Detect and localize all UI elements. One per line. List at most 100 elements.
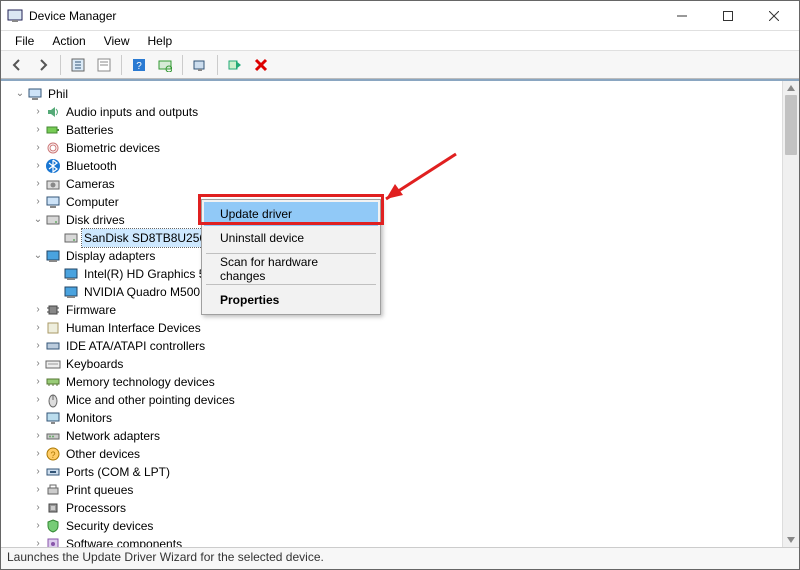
scroll-up-arrow[interactable] — [783, 81, 799, 95]
device-manager-window: Device Manager File Action View Help ? ⌄… — [0, 0, 800, 570]
tree-category-computer[interactable]: ›Computer — [1, 193, 782, 211]
expander-icon[interactable]: ⌄ — [31, 247, 45, 265]
tree-category-ide[interactable]: › IDE ATA/ATAPI controllers — [1, 337, 782, 355]
tree-category-firmware[interactable]: ›Firmware — [1, 301, 782, 319]
tree-category-memtech[interactable]: ›Memory technology devices — [1, 373, 782, 391]
tree-item-label: Intel(R) HD Graphics 5... — [82, 265, 217, 283]
tree-category-disks[interactable]: ⌄Disk drives — [1, 211, 782, 229]
uninstall-device-button[interactable] — [249, 54, 273, 76]
fingerprint-icon — [45, 140, 61, 156]
tree-category-keyboards[interactable]: › Keyboards — [1, 355, 782, 373]
tree-item-label: Audio inputs and outputs — [64, 103, 200, 121]
expander-icon[interactable]: › — [31, 391, 45, 409]
properties-button[interactable] — [92, 54, 116, 76]
tree-device-intelhd[interactable]: Intel(R) HD Graphics 5... — [1, 265, 782, 283]
expander-icon[interactable]: › — [31, 517, 45, 535]
tree-category-printq[interactable]: ›Print queues — [1, 481, 782, 499]
expander-icon[interactable]: › — [31, 355, 45, 373]
tree-category-ports[interactable]: › Ports (COM & LPT) — [1, 463, 782, 481]
tree-device-quadro[interactable]: NVIDIA Quadro M500... — [1, 283, 782, 301]
port-icon — [45, 464, 61, 480]
expander-icon[interactable]: › — [31, 445, 45, 463]
tree-item-label: Keyboards — [64, 355, 125, 373]
speaker-icon — [45, 104, 61, 120]
tree-category-mice[interactable]: › Mice and other pointing devices — [1, 391, 782, 409]
tree-item-label: Monitors — [64, 409, 114, 427]
expander-icon[interactable]: › — [31, 319, 45, 337]
other-icon: ? — [45, 446, 61, 462]
printer-icon — [45, 482, 61, 498]
tree-item-label: NVIDIA Quadro M500... — [82, 283, 212, 301]
tree-category-cameras[interactable]: ›Cameras — [1, 175, 782, 193]
expander-icon[interactable]: › — [31, 427, 45, 445]
tree-category-monitors[interactable]: › Monitors — [1, 409, 782, 427]
expander-icon[interactable]: › — [31, 193, 45, 211]
tree-item-label: Ports (COM & LPT) — [64, 463, 172, 481]
maximize-button[interactable] — [705, 1, 751, 31]
expander-icon[interactable]: › — [31, 103, 45, 121]
tree-category-swcomp[interactable]: › Software components — [1, 535, 782, 547]
status-bar: Launches the Update Driver Wizard for th… — [1, 547, 799, 569]
expander-icon[interactable]: › — [31, 337, 45, 355]
tree-device-sandisk[interactable]: SanDisk SD8TB8U256 — [1, 229, 782, 247]
tree-category-batteries[interactable]: ›Batteries — [1, 121, 782, 139]
tree-category-audio[interactable]: › Audio inputs and outputs — [1, 103, 782, 121]
menu-action[interactable]: Action — [44, 33, 93, 49]
scroll-down-arrow[interactable] — [783, 533, 799, 547]
tree-category-other[interactable]: ›?Other devices — [1, 445, 782, 463]
expander-icon[interactable]: ⌄ — [31, 211, 45, 229]
tree-item-label: Mice and other pointing devices — [64, 391, 237, 409]
tree-category-processors[interactable]: ›Processors — [1, 499, 782, 517]
expander-icon[interactable]: › — [31, 409, 45, 427]
tree-category-security[interactable]: › Security devices — [1, 517, 782, 535]
ctx-uninstall-device[interactable]: Uninstall device — [204, 226, 378, 250]
monitor-icon — [45, 410, 61, 426]
tree-category-network[interactable]: ›Network adapters — [1, 427, 782, 445]
tree-item-label: Software components — [64, 535, 184, 547]
expander-icon[interactable]: › — [31, 535, 45, 547]
expander-icon[interactable]: › — [31, 301, 45, 319]
tree-category-biometric[interactable]: ›Biometric devices — [1, 139, 782, 157]
tree-category-bluetooth[interactable]: ›Bluetooth — [1, 157, 782, 175]
vertical-scrollbar[interactable] — [782, 81, 799, 547]
enable-device-button[interactable] — [223, 54, 247, 76]
menu-view[interactable]: View — [96, 33, 138, 49]
tree-root[interactable]: ⌄Phil — [1, 85, 782, 103]
tree-category-hid[interactable]: ›Human Interface Devices — [1, 319, 782, 337]
context-menu: Update driver Uninstall device Scan for … — [201, 199, 381, 315]
show-hide-tree-button[interactable] — [66, 54, 90, 76]
keyboard-icon — [45, 356, 61, 372]
update-driver-button[interactable] — [188, 54, 212, 76]
ctx-separator — [206, 253, 376, 254]
ctx-scan-hardware[interactable]: Scan for hardware changes — [204, 257, 378, 281]
scan-hardware-button[interactable] — [153, 54, 177, 76]
toolbar: ? — [1, 51, 799, 79]
expander-icon[interactable]: › — [31, 463, 45, 481]
expander-icon[interactable]: › — [31, 175, 45, 193]
forward-button[interactable] — [31, 54, 55, 76]
menu-file[interactable]: File — [7, 33, 42, 49]
tree-item-label: Security devices — [64, 517, 155, 535]
device-tree[interactable]: ⌄Phil›Audio inputs and outputs›Batteries… — [1, 81, 782, 547]
expander-icon[interactable]: › — [31, 157, 45, 175]
network-icon — [45, 428, 61, 444]
ctx-update-driver[interactable]: Update driver — [204, 202, 378, 226]
menu-help[interactable]: Help — [140, 33, 181, 49]
expander-icon[interactable]: ⌄ — [13, 85, 27, 103]
expander-icon[interactable]: › — [31, 121, 45, 139]
scroll-thumb[interactable] — [785, 95, 797, 155]
minimize-button[interactable] — [659, 1, 705, 31]
tree-category-display[interactable]: ⌄Display adapters — [1, 247, 782, 265]
disk-icon — [63, 230, 79, 246]
ctx-properties[interactable]: Properties — [204, 288, 378, 312]
shield-icon — [45, 518, 61, 534]
tree-item-label: IDE ATA/ATAPI controllers — [64, 337, 207, 355]
expander-icon[interactable]: › — [31, 499, 45, 517]
expander-icon[interactable]: › — [31, 373, 45, 391]
help-button[interactable]: ? — [127, 54, 151, 76]
expander-icon[interactable]: › — [31, 481, 45, 499]
close-button[interactable] — [751, 1, 797, 31]
ide-icon — [45, 338, 61, 354]
expander-icon[interactable]: › — [31, 139, 45, 157]
back-button[interactable] — [5, 54, 29, 76]
